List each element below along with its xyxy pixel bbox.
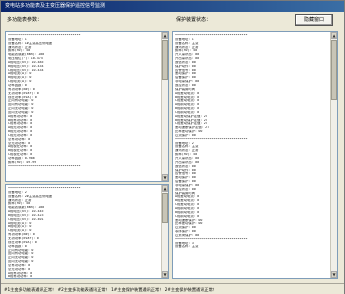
left-bottom-text-panel[interactable]: ************************************ 设备地址… — [5, 184, 169, 279]
right-text-panel[interactable]: ************************************ 设备地址… — [172, 31, 338, 279]
left-section-label: 多功能表参数： — [7, 17, 43, 23]
hide-window-button[interactable]: 隐藏窗口 — [295, 14, 333, 26]
scroll-down-icon[interactable]: ▼ — [162, 271, 168, 278]
window-title: 变电站多功能表及主变压器保护遥控信号监测 — [1, 1, 344, 12]
scroll-down-icon[interactable]: ▼ — [331, 271, 337, 278]
scroll-thumb[interactable] — [162, 40, 168, 80]
log-line: 设备名称：主变 — [175, 245, 199, 249]
right-scrollbar[interactable]: ▲ ▼ — [330, 32, 337, 278]
right-section-label: 保护装置状态： — [176, 17, 212, 23]
app-window: 变电站多功能表及主变压器保护遥控信号监测 多功能表参数： 保护装置状态： 隐藏窗… — [0, 0, 345, 294]
scroll-thumb[interactable] — [162, 193, 168, 223]
left-top-lines: ************************************ 设备地址… — [8, 34, 160, 169]
left-top-text-panel[interactable]: ************************************ 设备地址… — [5, 31, 169, 182]
left-top-scrollbar[interactable]: ▲ ▼ — [161, 32, 168, 181]
scroll-up-icon[interactable]: ▲ — [162, 185, 168, 192]
left-bottom-lines: ************************************ 设备地址… — [8, 187, 160, 279]
log-line: B相有功功率：0 — [8, 275, 33, 279]
status-bar: #1主变多功能表通讯正常！ #2主变多功能表通讯正常！ 1#主变保护装置通讯正常… — [1, 283, 344, 294]
scroll-thumb[interactable] — [331, 40, 337, 100]
scroll-up-icon[interactable]: ▲ — [331, 32, 337, 39]
log-line: ************************************ — [8, 164, 81, 168]
left-bottom-scrollbar[interactable]: ▲ ▼ — [161, 185, 168, 278]
scroll-up-icon[interactable]: ▲ — [162, 32, 168, 39]
scroll-down-icon[interactable]: ▼ — [162, 174, 168, 181]
right-lines: ************************************ 设备地址… — [175, 34, 329, 249]
